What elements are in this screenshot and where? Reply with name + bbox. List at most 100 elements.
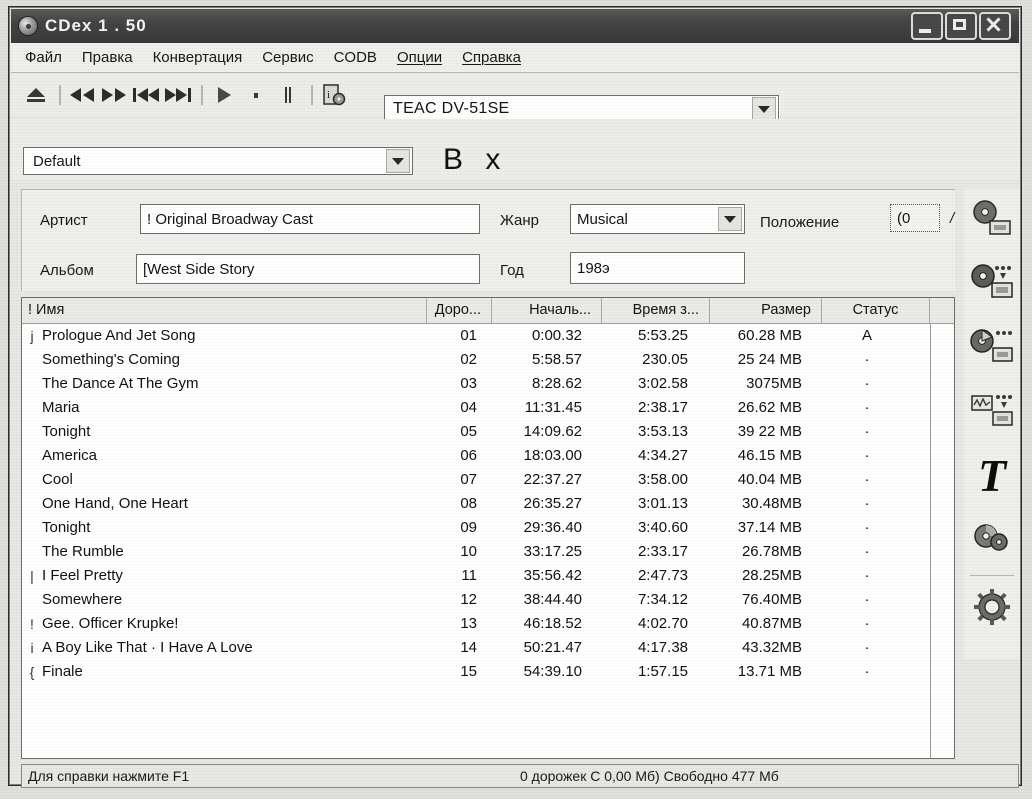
table-row[interactable]: j Prologue And Jet Song 01 0:00.32 5:53.25 60… — [22, 324, 954, 348]
track-status-cell: · — [864, 375, 870, 392]
track-duration-cell: 4:02.70 — [637, 615, 688, 632]
position-suffix: / — [950, 210, 955, 227]
cddb-info-icon[interactable]: i — [319, 80, 349, 110]
track-start-cell: 33:17.25 — [523, 543, 582, 560]
close-button[interactable] — [979, 12, 1011, 40]
column-header-name[interactable]: ! Имя — [22, 298, 427, 323]
extract-cd-to-wav-icon[interactable] — [966, 191, 1018, 249]
table-row[interactable]: Cool 07 22:37.27 3:58.00 40.04 MB · — [22, 468, 954, 492]
menu-help[interactable]: Справка — [462, 49, 521, 66]
cd-info-panel: Артист ! Original Broadway Cast Альбом [… — [21, 189, 955, 291]
track-list[interactable]: ! Имя Доро... Началь... Время з... Разме… — [21, 297, 955, 759]
track-number-cell: 11 — [461, 567, 477, 584]
column-header-start[interactable]: Началь... — [492, 298, 602, 323]
rewind-icon[interactable] — [67, 80, 97, 110]
column-header-duration[interactable]: Время з... — [602, 298, 710, 323]
track-size-cell: 60.28 MB — [737, 327, 802, 344]
chevron-down-icon-2[interactable] — [386, 149, 410, 173]
track-name-cell: Tonight — [42, 423, 91, 440]
status-bar: Для справки нажмите F1 0 дорожек С 0,00 … — [21, 764, 1019, 788]
column-header-track[interactable]: Доро... — [427, 298, 492, 323]
genre-label: Жанр — [500, 212, 539, 229]
settings-gear-icon[interactable] — [966, 578, 1018, 636]
column-header-size[interactable]: Размер — [710, 298, 822, 323]
extract-cd-to-mp3-icon[interactable] — [966, 255, 1018, 313]
next-track-icon[interactable] — [163, 80, 193, 110]
table-row[interactable]: | I Feel Pretty 11 35:56.42 2:47.73 28.25MB · — [22, 564, 954, 588]
track-size-cell: 46.15 MB — [737, 447, 802, 464]
artist-label: Артист — [40, 212, 88, 229]
eject-icon[interactable] — [21, 80, 51, 110]
chevron-down-icon[interactable] — [752, 97, 776, 121]
track-start-cell: 11:31.45 — [524, 399, 582, 416]
row-marker: i — [30, 640, 34, 656]
genre-combo[interactable]: Musical — [570, 204, 745, 234]
table-row[interactable]: Tonight 05 14:09.62 3:53.13 39 22 MB · — [22, 420, 954, 444]
track-status-cell: · — [864, 447, 870, 464]
cddb-lookup-icon[interactable] — [966, 511, 1018, 569]
id3-tag-icon[interactable]: T — [966, 447, 1018, 505]
menu-tools[interactable]: Сервис — [262, 49, 313, 66]
track-number-cell: 15 — [460, 663, 477, 680]
fast-forward-icon[interactable] — [99, 80, 129, 110]
album-input[interactable]: [West Side Story — [136, 254, 480, 284]
table-row[interactable]: {Finale 15 54:39.10 1:57.15 13.71 MB · — [22, 660, 954, 684]
list-column-divider — [930, 324, 931, 758]
play-icon[interactable] — [209, 80, 239, 110]
track-size-cell: 26.78MB — [741, 543, 802, 560]
track-duration-cell: 2:33.17 — [637, 543, 688, 560]
table-row[interactable]: Somewhere 12 38:44.40 7:34.12 76.40MB · — [22, 588, 954, 612]
table-row[interactable]: i A Boy Like That · I Have A Love 14 50:21.… — [22, 636, 954, 660]
menu-file[interactable]: Файл — [25, 49, 62, 66]
menu-cddb[interactable]: CODB — [334, 49, 377, 66]
artist-input[interactable]: ! Original Broadway Cast — [140, 204, 480, 234]
track-name-cell: Gee. Officer Krupke! — [42, 615, 179, 632]
row-marker — [24, 372, 40, 396]
table-row[interactable]: The Rumble 10 33:17.25 2:33.17 26.78MB · — [22, 540, 954, 564]
track-number-cell: 06 — [460, 447, 477, 464]
previous-track-icon[interactable] — [131, 80, 161, 110]
table-row[interactable]: America 06 18:03.00 4:34.27 46.15 MB · — [22, 444, 954, 468]
table-row[interactable]: Maria 04 11:31.45 2:38.17 26.62 MB · — [22, 396, 954, 420]
track-name-cell: Prologue And Jet Song — [42, 327, 196, 344]
track-duration-cell: 7:34.12 — [637, 591, 688, 608]
minimize-button[interactable] — [911, 12, 943, 40]
row-marker: { — [29, 664, 35, 680]
track-status-cell: · — [864, 591, 870, 608]
track-duration-cell: 1:57.15 — [637, 663, 688, 680]
cd-disc-icon — [19, 17, 37, 35]
menu-convert[interactable]: Конвертация — [153, 49, 243, 66]
stop-icon[interactable] — [241, 80, 271, 110]
position-input[interactable]: (0 — [890, 204, 940, 232]
track-status-cell: · — [864, 495, 870, 512]
track-status-cell: · — [864, 543, 870, 560]
track-status-cell: · — [864, 399, 870, 416]
table-row[interactable]: ! Gee. Officer Krupke! 13 46:18.52 4:02.70 40… — [22, 612, 954, 636]
track-start-cell: 18:03.00 — [523, 447, 582, 464]
row-marker — [24, 516, 40, 540]
output-profile-combo[interactable]: Default — [23, 147, 413, 175]
chevron-down-icon-3[interactable] — [718, 207, 742, 231]
table-row[interactable]: Tonight 09 29:36.40 3:40.60 37.14 MB · — [22, 516, 954, 540]
table-row[interactable]: The Dance At The Gym 03 8:28.62 3:02.58 3075… — [22, 372, 954, 396]
convert-wav-to-mp3-icon[interactable] — [966, 383, 1018, 441]
pause-icon[interactable] — [273, 80, 303, 110]
menu-options[interactable]: Опции — [397, 49, 442, 66]
year-input[interactable]: 198э — [570, 252, 745, 284]
track-status-cell: · — [864, 351, 870, 368]
svg-text:i: i — [327, 89, 330, 101]
menu-edit[interactable]: Правка — [82, 49, 133, 66]
track-name-cell: Somewhere — [42, 591, 123, 608]
status-info: 0 дорожек С 0,00 Мб) Свободно 477 Мб — [520, 768, 779, 784]
track-name-cell: Maria — [42, 399, 80, 416]
maximize-button[interactable] — [945, 12, 977, 40]
extract-partial-cd-icon[interactable] — [966, 319, 1018, 377]
table-row[interactable]: Something's Coming 02 5:58.57 230.05 25 24 M… — [22, 348, 954, 372]
track-size-cell: 40.04 MB — [737, 471, 802, 488]
column-header-status[interactable]: Статус — [822, 298, 930, 323]
track-duration-cell: 3:58.00 — [637, 471, 688, 488]
table-row[interactable]: One Hand, One Heart 08 26:35.27 3:01.13 30.4… — [22, 492, 954, 516]
track-name-cell: The Dance At The Gym — [42, 375, 199, 392]
title-bar: CDex 1 . 50 — [11, 9, 1019, 43]
track-number-cell: 08 — [460, 495, 477, 512]
